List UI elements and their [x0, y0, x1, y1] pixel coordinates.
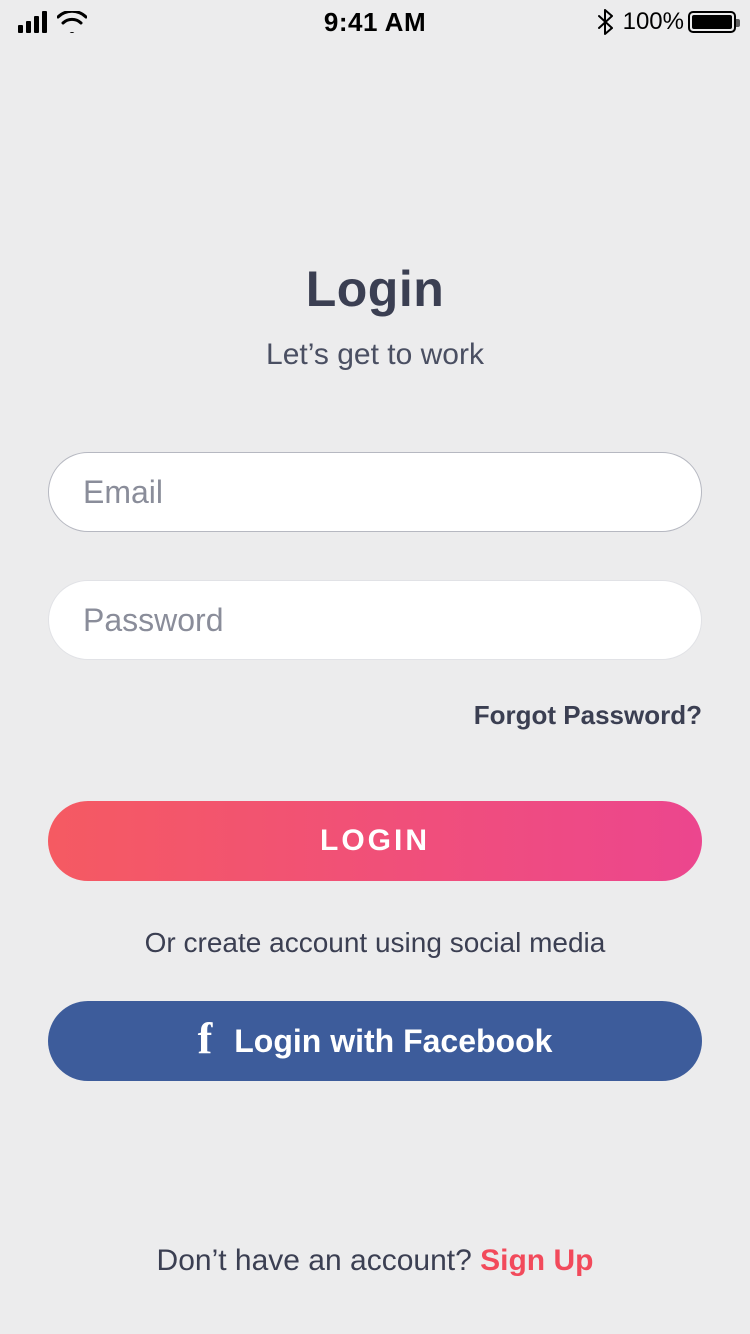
battery-icon: [688, 11, 736, 33]
email-field[interactable]: [48, 452, 702, 532]
signup-link[interactable]: Sign Up: [480, 1244, 593, 1277]
cellular-signal-icon: [18, 11, 47, 33]
facebook-button-label: Login with Facebook: [234, 1023, 552, 1060]
forgot-password-link[interactable]: Forgot Password?: [48, 700, 702, 731]
status-bar: 9:41 AM 100%: [0, 0, 750, 44]
password-field[interactable]: [48, 580, 702, 660]
page-title: Login: [306, 260, 445, 318]
page-subtitle: Let’s get to work: [266, 338, 484, 372]
bluetooth-icon: [597, 9, 613, 35]
facebook-login-button[interactable]: f Login with Facebook: [48, 1001, 702, 1081]
signup-prompt: Don’t have an account?: [157, 1244, 481, 1277]
signup-line: Don’t have an account? Sign Up: [0, 1244, 750, 1278]
login-button[interactable]: LOGIN: [48, 801, 702, 881]
social-hint: Or create account using social media: [145, 927, 606, 959]
wifi-icon: [57, 11, 87, 33]
battery-percentage: 100%: [623, 8, 684, 36]
status-time: 9:41 AM: [324, 7, 426, 37]
facebook-icon: f: [198, 1017, 213, 1061]
